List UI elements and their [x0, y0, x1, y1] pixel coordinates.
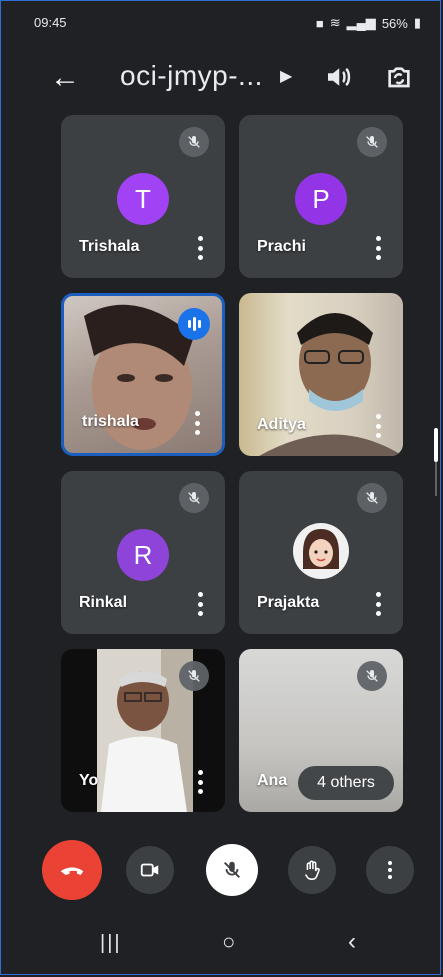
battery-icon: ▮ [413, 15, 421, 30]
avatar: P [295, 173, 347, 225]
avatar: T [117, 173, 169, 225]
scrollbar-thumb[interactable] [434, 428, 438, 462]
more-vert-icon [388, 861, 392, 879]
participant-name: trishala [82, 413, 139, 430]
participant-tile-video[interactable]: Yo [61, 649, 225, 812]
call-controls [0, 838, 443, 904]
more-vert-icon[interactable] [375, 592, 381, 616]
participant-tile-video[interactable]: Aditya [239, 293, 403, 456]
system-nav-bar: ||| ○ ‹ [0, 918, 443, 976]
participant-tile[interactable]: R Rinkal [61, 471, 225, 634]
end-call-icon [60, 867, 84, 875]
more-vert-icon[interactable] [197, 236, 203, 260]
wifi-icon: ≋ [329, 15, 341, 30]
status-bar: 09:45 ■ ≋ ▂▄▆ 56% ▮ [0, 0, 443, 40]
back-icon[interactable]: ‹ [348, 928, 356, 956]
participant-name: Aditya [257, 416, 306, 433]
meeting-title[interactable]: oci-jmyp-... [120, 60, 263, 92]
others-badge[interactable]: 4 others [298, 766, 394, 800]
notification-icon: ■ [315, 15, 324, 31]
more-vert-icon[interactable] [197, 592, 203, 616]
participant-name: Yo [79, 772, 99, 789]
more-vert-icon[interactable] [194, 411, 200, 435]
mic-off-icon [179, 661, 209, 691]
chevron-right-icon[interactable]: ▶ [280, 66, 292, 86]
status-time: 09:45 [34, 15, 67, 30]
avatar [293, 523, 349, 579]
more-options-button[interactable] [366, 846, 414, 894]
signal-icon: ▂▄▆ [346, 15, 376, 30]
home-icon[interactable]: ○ [222, 929, 235, 955]
end-call-button[interactable] [42, 840, 102, 900]
raise-hand-icon [304, 860, 320, 880]
participant-name: Trishala [79, 238, 140, 255]
status-icons: ■ ≋ ▂▄▆ 56% ▮ [316, 15, 421, 31]
participant-tile-video[interactable]: trishala [61, 293, 225, 456]
camera-toggle-button[interactable] [126, 846, 174, 894]
recent-apps-icon[interactable]: ||| [100, 932, 122, 955]
scrollbar-track [435, 462, 437, 496]
participant-name: Rinkal [79, 594, 128, 611]
more-vert-icon[interactable] [197, 770, 203, 794]
video-camera-icon [140, 863, 159, 877]
raise-hand-button[interactable] [288, 846, 336, 894]
meeting-header: ← oci-jmyp-... ▶ [0, 48, 443, 108]
mic-off-icon [357, 661, 387, 691]
battery-percent: 56% [381, 15, 408, 31]
participant-name: Ana [257, 772, 288, 789]
participant-tile[interactable]: Prajakta [239, 471, 403, 634]
back-arrow-icon[interactable]: ← [50, 63, 80, 93]
mic-off-icon [179, 483, 209, 513]
mic-off-icon [357, 483, 387, 513]
more-vert-icon[interactable] [375, 236, 381, 260]
mic-off-icon [357, 127, 387, 157]
switch-camera-icon[interactable] [383, 62, 415, 94]
mic-off-icon [179, 127, 209, 157]
avatar: R [117, 529, 169, 581]
participant-name: Prajakta [257, 594, 320, 611]
microphone-toggle-button[interactable] [206, 844, 258, 896]
mic-off-icon [224, 861, 240, 878]
participant-name: Prachi [257, 238, 306, 255]
speaker-icon[interactable] [323, 62, 353, 92]
speaking-indicator-icon [178, 308, 210, 340]
more-vert-icon[interactable] [375, 414, 381, 438]
participant-tile[interactable]: P Prachi [239, 115, 403, 278]
participant-tile[interactable]: T Trishala [61, 115, 225, 278]
